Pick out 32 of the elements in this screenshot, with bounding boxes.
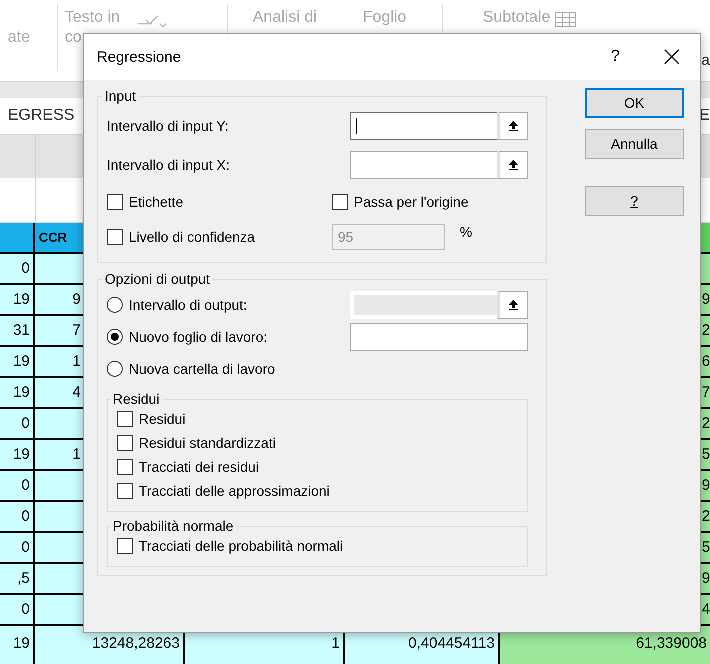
checkbox-label: Tracciati delle approssimazioni (139, 483, 330, 499)
table-cell: 19 (0, 285, 35, 316)
field-label: Intervallo di input Y: (107, 118, 230, 134)
group-label: Residui (112, 391, 161, 407)
table-cell: 0 (0, 254, 35, 285)
table-cell: 19 (0, 347, 35, 378)
table-cell: ,5 (0, 564, 35, 595)
table-cell: 0 (0, 533, 35, 564)
table-cell: 19 (0, 626, 35, 664)
table-cell: 0 (0, 409, 35, 440)
window-title: Regressione (97, 48, 182, 66)
table-cell: 0 (0, 502, 35, 533)
help-button[interactable]: ? (611, 48, 620, 66)
table-cell: 0 (0, 471, 35, 502)
ribbon-label[interactable]: a (702, 52, 710, 69)
checkbox-label: Etichette (129, 194, 184, 210)
table-cell: 19 (0, 378, 35, 409)
group-label: Input (104, 88, 138, 104)
dialog-button[interactable]: ? (585, 186, 684, 216)
dialog-button[interactable]: OK (585, 88, 684, 118)
name-box[interactable]: EGRESS (8, 107, 75, 125)
unit-label: % (460, 224, 472, 240)
table-cell: 19 (0, 440, 35, 471)
table-cell: 31 (0, 316, 35, 347)
group-label: Opzioni di output (104, 271, 212, 287)
dialog-button[interactable]: Annulla (585, 129, 684, 159)
group-label: Probabilità normale (112, 518, 235, 534)
field-label: Intervallo di input X: (107, 156, 231, 172)
checkbox-label: Tracciati delle probabilità normali (139, 538, 344, 554)
checkbox-label: Passa per l'origine (354, 194, 469, 210)
checkbox-label: Residui (139, 411, 186, 427)
table-cell: 0 (0, 595, 35, 626)
